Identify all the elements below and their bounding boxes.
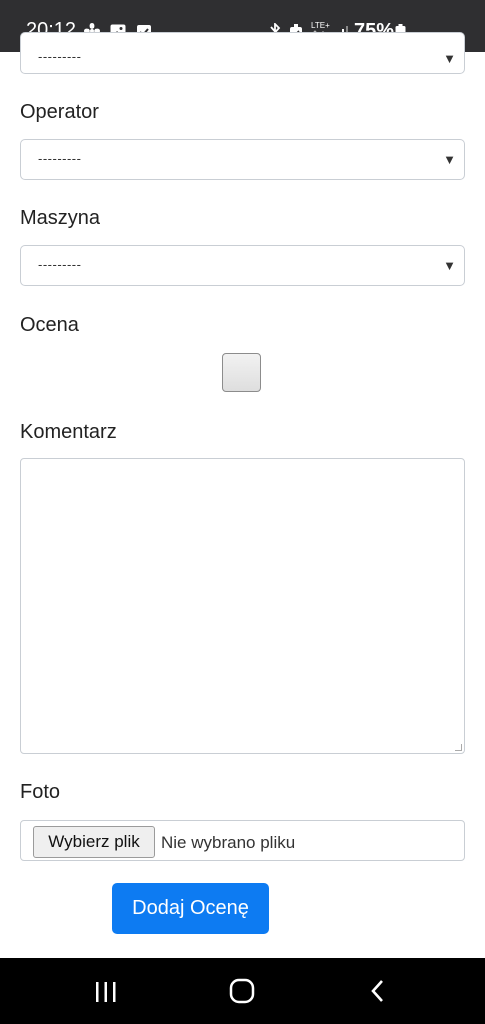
- top-select-value: ---------: [38, 49, 82, 64]
- chevron-down-icon: ▼: [443, 51, 456, 66]
- operator-label: Operator: [20, 101, 99, 123]
- svg-text:LTE+: LTE+: [311, 21, 330, 30]
- recent-apps-icon[interactable]: [94, 980, 118, 1009]
- add-rating-button[interactable]: Dodaj Ocenę: [112, 883, 269, 934]
- file-status-text: Nie wybrano pliku: [161, 833, 296, 852]
- chevron-down-icon: ▼: [443, 152, 456, 167]
- top-select[interactable]: --------- ▼: [20, 32, 465, 74]
- ocena-checkbox[interactable]: [222, 353, 261, 392]
- maszyna-select-value: ---------: [38, 257, 82, 272]
- foto-file-input[interactable]: Wybierz plik Nie wybrano pliku: [20, 820, 465, 861]
- operator-select-value: ---------: [38, 151, 82, 166]
- back-icon[interactable]: [368, 978, 388, 1009]
- maszyna-label: Maszyna: [20, 207, 101, 229]
- home-icon[interactable]: [229, 978, 255, 1009]
- maszyna-select[interactable]: --------- ▼: [20, 245, 465, 286]
- ocena-label: Ocena: [20, 314, 79, 336]
- foto-label: Foto: [20, 781, 61, 803]
- operator-select[interactable]: --------- ▼: [20, 139, 465, 180]
- chevron-down-icon: ▼: [443, 258, 456, 273]
- navigation-bar: [0, 958, 485, 1024]
- komentarz-textarea[interactable]: [20, 458, 465, 754]
- resize-handle-icon[interactable]: [455, 744, 462, 751]
- choose-file-button[interactable]: Wybierz plik: [33, 826, 155, 858]
- komentarz-label: Komentarz: [20, 421, 117, 443]
